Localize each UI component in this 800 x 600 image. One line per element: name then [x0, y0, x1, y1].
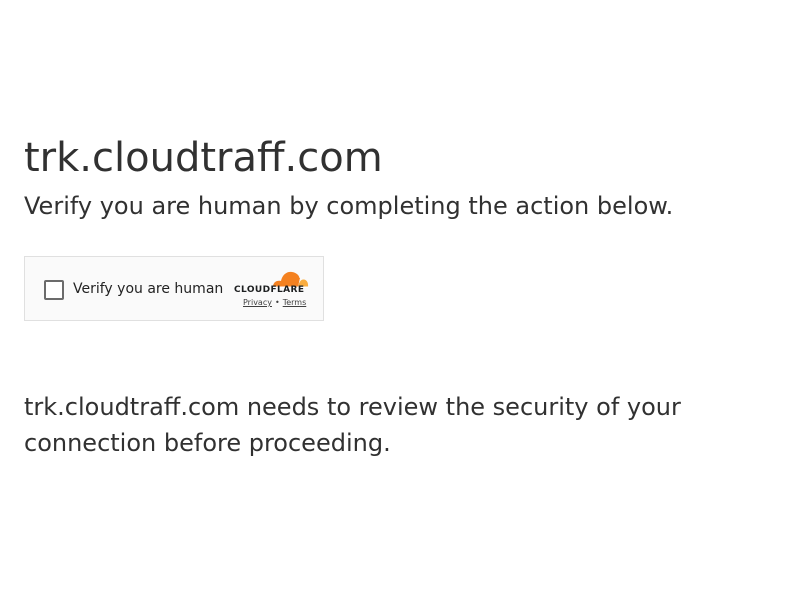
footer-links: Privacy • Terms: [243, 298, 306, 307]
page-subtitle: Verify you are human by completing the a…: [24, 192, 674, 220]
page-title: trk.cloudtraff.com: [24, 135, 383, 181]
privacy-link[interactable]: Privacy: [243, 298, 272, 307]
cloudflare-wordmark: CLOUDFLARE: [234, 285, 305, 295]
security-message: trk.cloudtraff.com needs to review the s…: [24, 393, 681, 457]
turnstile-widget: Verify you are human CLOUDFLARE Privacy •…: [24, 256, 324, 321]
cloudflare-brand: CLOUDFLARE Privacy • Terms: [233, 269, 311, 313]
link-separator: •: [274, 298, 280, 307]
verify-checkbox-label[interactable]: Verify you are human: [73, 279, 223, 299]
terms-link[interactable]: Terms: [283, 298, 307, 307]
verify-checkbox[interactable]: [44, 280, 64, 300]
